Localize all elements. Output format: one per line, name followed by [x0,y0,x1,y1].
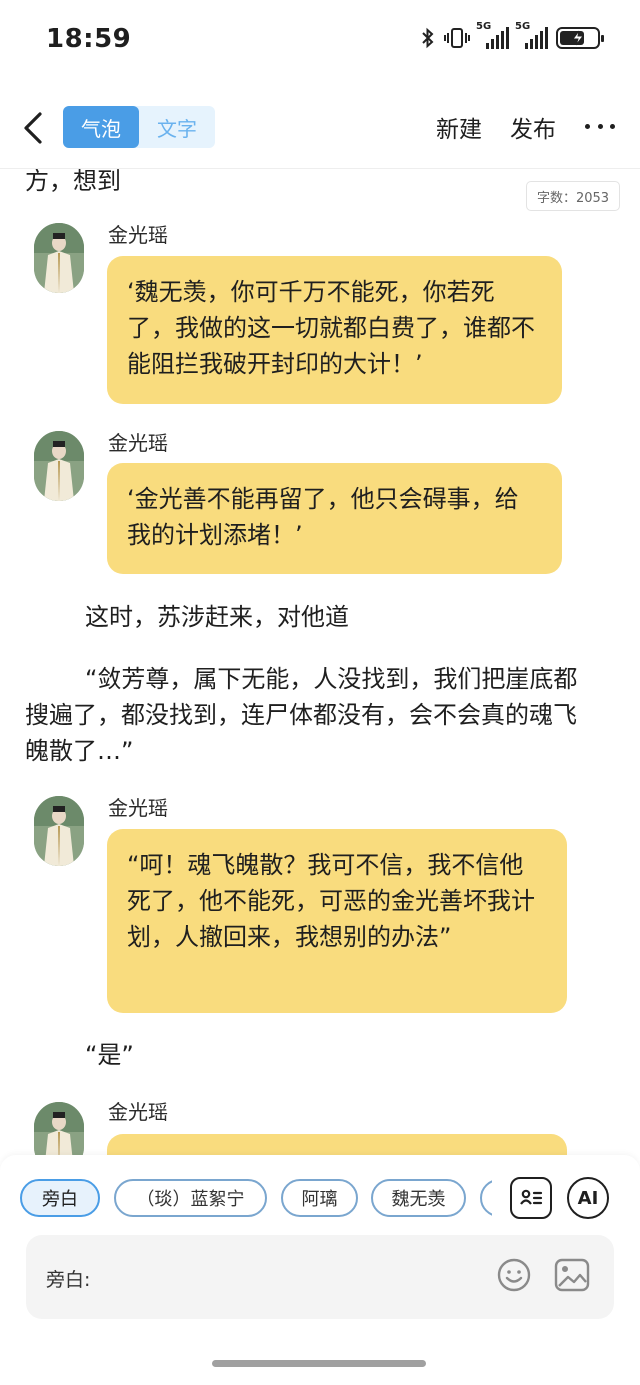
chevron-left-icon [24,112,42,144]
status-time: 18:59 [46,24,132,54]
avatar[interactable] [34,431,84,501]
emoji-button[interactable] [496,1257,532,1293]
image-button[interactable] [553,1257,591,1293]
battery-icon [556,27,604,49]
message-bubble[interactable] [107,1134,567,1155]
avatar[interactable] [34,223,84,293]
narration-paragraph[interactable]: “是” [25,1037,595,1073]
signal-2-label: 5G [515,21,531,32]
role-chips[interactable]: 旁白 （琰）蓝絮宁 阿璃 魏无羡 [20,1179,492,1219]
ai-button[interactable]: AI [567,1177,609,1219]
composer-panel: 旁白 （琰）蓝絮宁 阿璃 魏无羡 AI 旁白: [0,1155,640,1385]
input-role-prefix: 旁白: [46,1269,91,1291]
signal-icon-1: 5G [476,21,509,49]
composer-input-box: 旁白: [26,1235,614,1319]
more-dot [585,123,590,129]
story-content[interactable]: 方，想到 字数：2053 金光瑶 ‘魏无羡，你可千万不能死，你若死了，我做的这一… [0,169,640,1155]
publish-button[interactable]: 发布 [510,110,556,144]
tab-bubble[interactable]: 气泡 [63,106,139,148]
message-input[interactable] [104,1257,484,1297]
word-count-badge: 字数：2053 [526,181,620,211]
contact-card-icon [520,1189,543,1205]
new-button[interactable]: 新建 [436,110,482,144]
role-chip[interactable]: 魏无羡 [371,1179,466,1217]
avatar[interactable] [34,1102,84,1155]
character-avatar-image [34,796,84,866]
bluetooth-icon [422,27,434,49]
message-bubble[interactable]: “呵！魂飞魄散？我可不信，我不信他死了，他不能死，可恶的金光善坏我计划，人撤回来… [107,829,567,1013]
avatar[interactable] [34,796,84,866]
home-indicator[interactable] [212,1360,426,1367]
more-button[interactable] [585,108,615,144]
character-list-button[interactable] [510,1177,552,1219]
charging-bolt-icon [572,30,585,46]
character-avatar-image [34,1102,84,1155]
back-button[interactable] [18,108,54,148]
top-nav: 气泡 文字 新建 发布 [0,98,640,160]
message-bubble[interactable]: ‘金光善不能再留了，他只会碍事，给我的计划添堵！’ [107,463,562,574]
message-speaker: 金光瑶 [108,1100,168,1124]
tab-text[interactable]: 文字 [139,106,215,148]
vibrate-icon [444,28,470,48]
message-speaker: 金光瑶 [108,431,168,455]
status-icons: 5G 5G [420,21,604,50]
more-dot [597,123,603,129]
role-chip[interactable]: （琰）蓝絮宁 [114,1179,267,1217]
narration-partial[interactable]: 方，想到 [25,169,595,199]
message-bubble[interactable]: ‘魏无羡，你可千万不能死，你若死了，我做的这一切就都白费了，谁都不能阻拦我破开封… [107,256,562,404]
narration-paragraph[interactable]: “敛芳尊，属下无能，人没找到，我们把崖底都搜遍了，都没找到，连尸体都没有，会不会… [25,661,595,769]
status-bar: 18:59 5G 5G [0,0,640,80]
message-speaker: 金光瑶 [108,223,168,247]
smiley-icon [497,1258,531,1292]
signal-icon-2: 5G [515,21,548,49]
role-chip[interactable]: 阿璃 [281,1179,358,1217]
more-dot [610,123,615,129]
role-chip-narrator[interactable]: 旁白 [20,1179,100,1217]
character-avatar-image [34,223,84,293]
image-icon [554,1258,590,1292]
role-chip-partial[interactable] [480,1179,492,1217]
mode-switch: 气泡 文字 [63,106,215,148]
message-speaker: 金光瑶 [108,796,168,820]
narration-paragraph[interactable]: 这时，苏涉赶来，对他道 [25,599,595,635]
character-avatar-image [34,431,84,501]
signal-1-label: 5G [476,21,492,32]
